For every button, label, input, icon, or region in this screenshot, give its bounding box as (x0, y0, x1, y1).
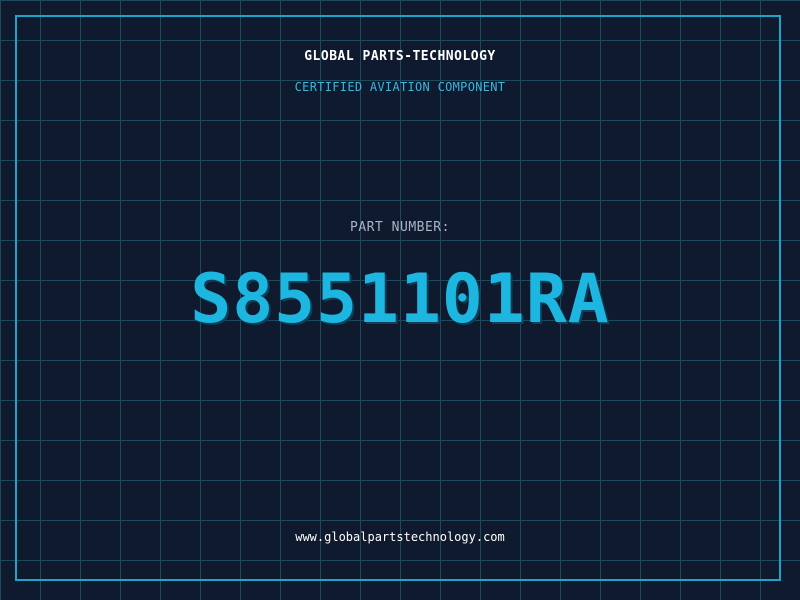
certification-tagline: CERTIFIED AVIATION COMPONENT (294, 80, 506, 94)
part-certificate-card: GLOBAL PARTS-TECHNOLOGY CERTIFIED AVIATI… (0, 0, 800, 600)
part-number-label: PART NUMBER: (350, 220, 450, 235)
company-name: GLOBAL PARTS-TECHNOLOGY (304, 49, 496, 64)
part-number-value: S8551101RA (190, 260, 610, 339)
website-url: www.globalpartstechnology.com (295, 530, 505, 544)
